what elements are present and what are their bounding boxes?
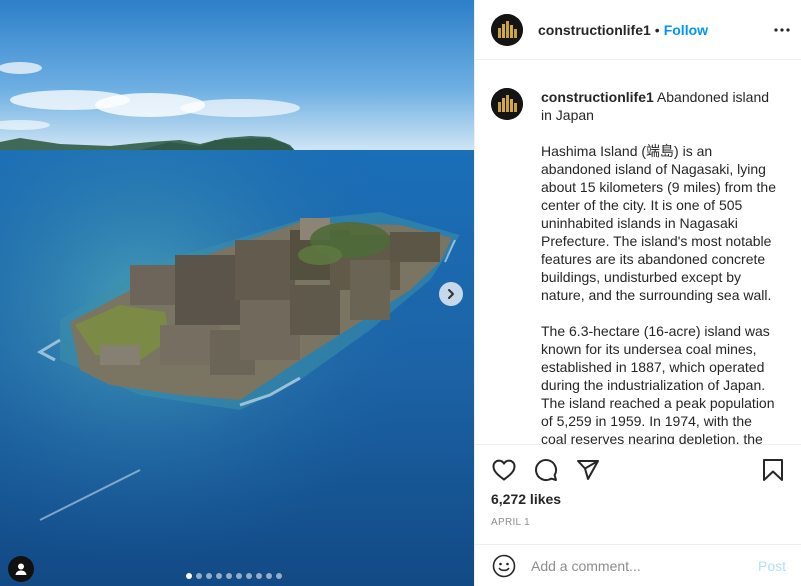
heart-icon bbox=[492, 459, 516, 481]
tagged-users-button[interactable] bbox=[8, 556, 34, 582]
post-header: constructionlife1 • Follow bbox=[475, 0, 801, 60]
user-icon bbox=[15, 563, 27, 575]
next-slide-button[interactable] bbox=[439, 282, 463, 306]
post-comment-button[interactable]: Post bbox=[758, 558, 786, 574]
caption-paragraph: Hashima Island (端島) is an abandoned isla… bbox=[541, 143, 776, 303]
comment-icon bbox=[535, 459, 558, 482]
carousel-dot bbox=[186, 573, 192, 579]
more-options-icon bbox=[774, 28, 790, 32]
comments-section[interactable]: constructionlife1 Abandoned island in Ja… bbox=[475, 60, 801, 444]
username-link[interactable]: constructionlife1 bbox=[538, 22, 651, 38]
island-photo bbox=[0, 0, 474, 586]
carousel-dot bbox=[236, 573, 242, 579]
carousel-dot bbox=[196, 573, 202, 579]
profile-logo-icon bbox=[491, 88, 523, 120]
follow-button[interactable]: Follow bbox=[664, 22, 708, 38]
caption-username[interactable]: constructionlife1 bbox=[541, 89, 654, 105]
carousel-dot bbox=[256, 573, 262, 579]
bookmark-icon bbox=[763, 459, 783, 481]
caption-paragraph: The 6.3-hectare (16-acre) island was kno… bbox=[541, 323, 775, 444]
comment-input[interactable] bbox=[531, 557, 758, 574]
carousel-dot bbox=[246, 573, 252, 579]
post-date[interactable]: APRIL 1 bbox=[491, 517, 530, 528]
post-media[interactable] bbox=[0, 0, 474, 586]
comment-button[interactable] bbox=[533, 457, 559, 483]
more-options-button[interactable] bbox=[772, 20, 792, 40]
save-button[interactable] bbox=[760, 457, 786, 483]
emoji-icon bbox=[492, 554, 516, 577]
emoji-button[interactable] bbox=[491, 553, 517, 579]
caption-text: constructionlife1 Abandoned island in Ja… bbox=[541, 88, 781, 444]
carousel-dot bbox=[226, 573, 232, 579]
carousel-dot bbox=[206, 573, 212, 579]
share-icon bbox=[577, 460, 599, 480]
profile-logo-icon bbox=[491, 13, 523, 46]
likes-count[interactable]: 6,272 likes bbox=[491, 491, 561, 507]
carousel-dot bbox=[276, 573, 282, 579]
avatar[interactable] bbox=[491, 88, 523, 120]
chevron-right-icon bbox=[448, 289, 454, 299]
carousel-dot bbox=[216, 573, 222, 579]
avatar[interactable] bbox=[491, 13, 523, 46]
carousel-dot bbox=[266, 573, 272, 579]
share-button[interactable] bbox=[575, 457, 601, 483]
like-button[interactable] bbox=[491, 457, 517, 483]
separator-dot: • bbox=[654, 21, 660, 38]
post-sidebar: constructionlife1 • Follow constructionl… bbox=[474, 0, 801, 586]
add-comment-bar: Post bbox=[475, 544, 801, 586]
caption: constructionlife1 Abandoned island in Ja… bbox=[491, 88, 786, 444]
post-actions: 6,272 likes APRIL 1 bbox=[475, 444, 801, 544]
carousel-indicator bbox=[186, 573, 282, 579]
